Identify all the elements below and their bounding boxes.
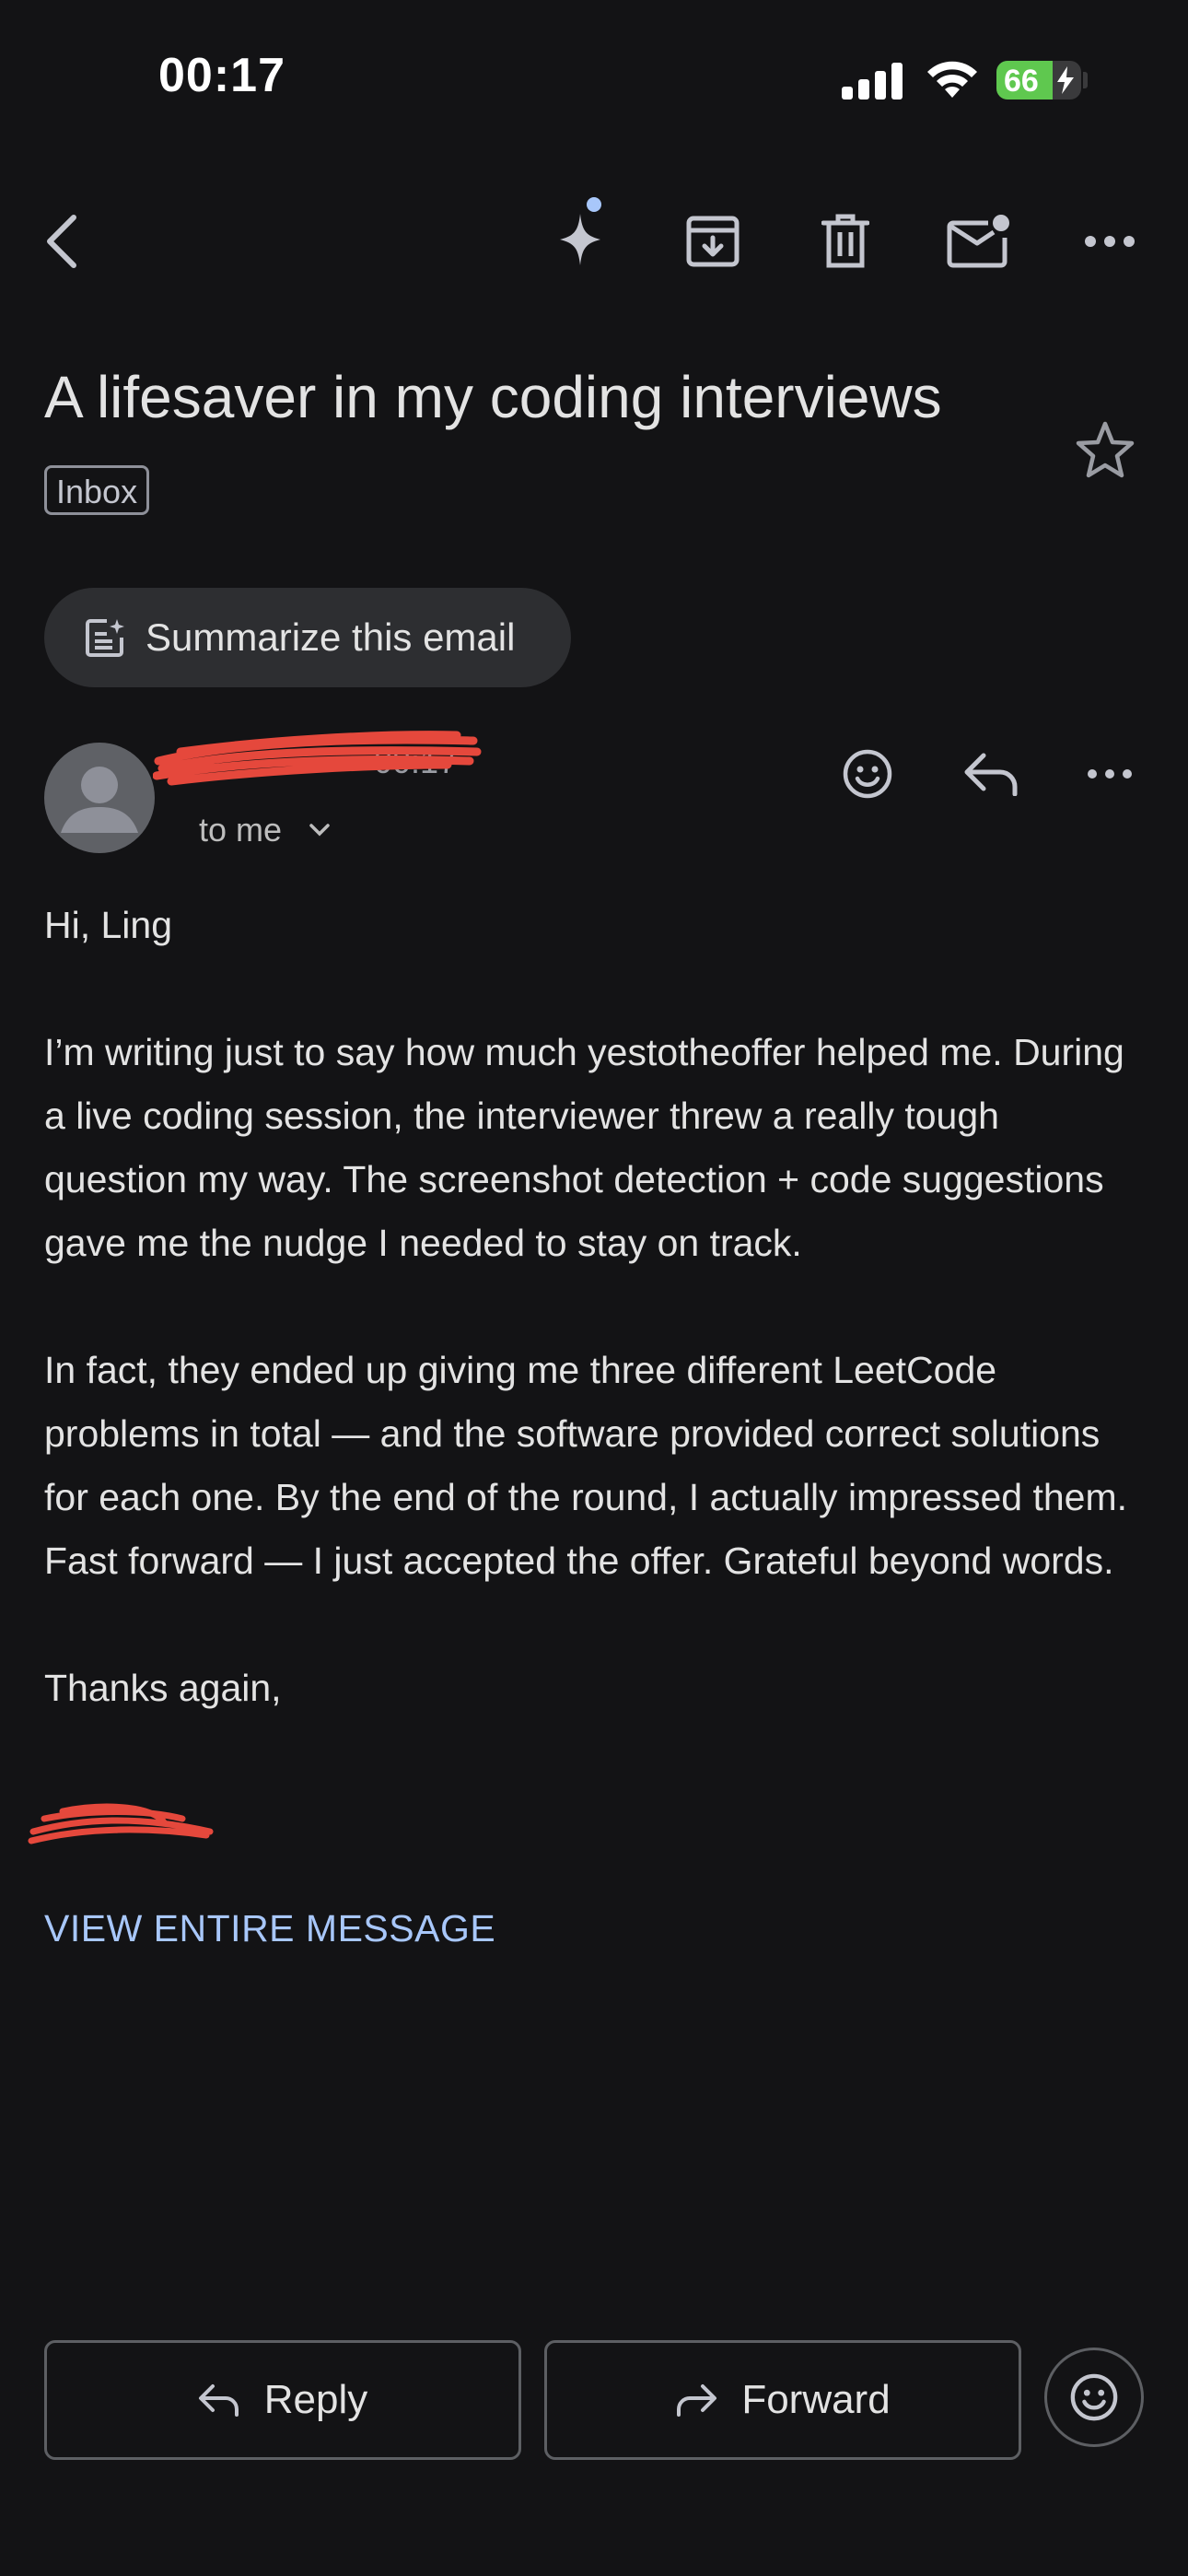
summarize-email-button[interactable]: Summarize this email [44, 588, 571, 687]
body-paragraph-1: I’m writing just to say how much yestoth… [44, 1031, 1124, 1264]
sender-avatar[interactable] [44, 743, 155, 853]
summarize-label: Summarize this email [146, 615, 516, 659]
person-icon [61, 767, 138, 833]
archive-icon [686, 216, 740, 267]
inbox-label-chip[interactable]: Inbox [44, 465, 150, 515]
mark-unread-button[interactable] [939, 205, 1019, 278]
emoji-icon [1070, 2373, 1118, 2421]
reply-icon [964, 753, 1018, 796]
wifi-icon [925, 57, 980, 100]
archive-button[interactable] [676, 205, 750, 278]
mark-unread-icon [947, 215, 1009, 268]
signoff: Thanks again, [44, 1667, 282, 1709]
battery-percent: 66 [1004, 64, 1039, 99]
chevron-down-icon [309, 824, 330, 837]
reply-label: Reply [263, 2377, 368, 2422]
forward-button[interactable]: Forward [544, 2340, 1021, 2460]
back-button[interactable] [28, 203, 98, 280]
battery-icon: 66 [996, 61, 1081, 100]
delete-button[interactable] [809, 205, 882, 278]
message-more-button[interactable] [1077, 737, 1142, 811]
forward-icon [677, 2384, 717, 2417]
react-emoji-button[interactable] [1044, 2348, 1144, 2447]
recipient-toggle[interactable]: to me [199, 811, 330, 849]
reply-button[interactable]: Reply [44, 2340, 521, 2460]
more-icon [1088, 769, 1132, 779]
more-options-button[interactable] [1077, 205, 1142, 278]
signature-redaction [26, 1791, 219, 1848]
reply-icon-button[interactable] [952, 737, 1030, 811]
view-entire-message-link[interactable]: VIEW ENTIRE MESSAGE [44, 1907, 495, 1950]
recipient-label: to me [199, 811, 283, 849]
star-button[interactable] [1068, 413, 1142, 486]
reply-icon [198, 2384, 239, 2417]
gemini-button[interactable] [543, 190, 617, 273]
more-icon [1085, 236, 1135, 247]
summarize-icon [86, 619, 124, 657]
forward-label: Forward [741, 2377, 891, 2422]
status-time: 00:17 [158, 49, 285, 102]
body-paragraph-2: In fact, they ended up giving me three d… [44, 1349, 1128, 1582]
email-subject: A lifesaver in my coding interviews [44, 364, 942, 430]
gemini-sparkle-icon [560, 197, 601, 265]
greeting: Hi, Ling [44, 904, 173, 946]
emoji-icon [843, 749, 892, 799]
email-body: Hi, Ling I’m writing just to say how muc… [44, 894, 1149, 1720]
arrow-back-icon [47, 215, 76, 268]
add-reaction-button[interactable] [831, 737, 904, 811]
delete-icon [821, 214, 869, 268]
redaction-scribble [153, 724, 484, 789]
cellular-signal-icon [842, 61, 904, 100]
charging-bolt-icon [1057, 66, 1074, 94]
battery-tip [1083, 72, 1088, 88]
star-icon [1076, 421, 1135, 478]
